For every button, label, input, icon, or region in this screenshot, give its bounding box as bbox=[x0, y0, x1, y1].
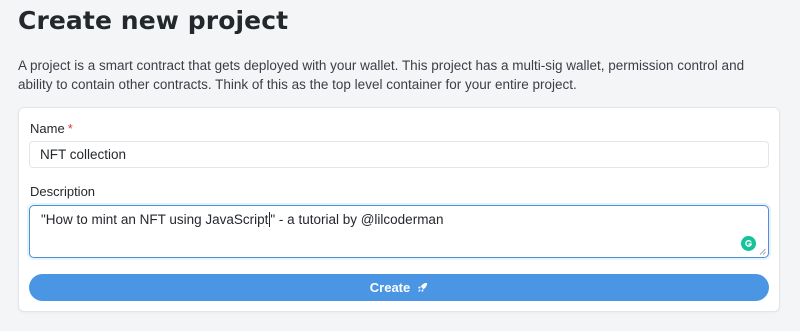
name-input[interactable]: NFT collection bbox=[29, 141, 769, 168]
create-project-page: Create new project A project is a smart … bbox=[0, 0, 800, 331]
description-field-label: Description bbox=[30, 184, 96, 199]
grammarly-icon[interactable] bbox=[741, 236, 756, 251]
name-input-value: NFT collection bbox=[40, 147, 127, 162]
resize-handle-icon[interactable] bbox=[759, 248, 766, 255]
rocket-icon bbox=[416, 282, 428, 294]
page-description: A project is a smart contract that gets … bbox=[18, 58, 745, 92]
required-marker: * bbox=[67, 121, 73, 136]
name-field-label: Name * bbox=[30, 121, 73, 137]
description-value-before-caret: "How to mint an NFT using JavaScript bbox=[41, 212, 269, 227]
grammarly-g-glyph bbox=[745, 240, 753, 247]
description-textarea[interactable]: "How to mint an NFT using JavaScript " - … bbox=[29, 205, 769, 258]
description-value-after-caret: " - a tutorial by @lilcoderman bbox=[270, 212, 444, 227]
project-form-card: Name * NFT collection Description "How to… bbox=[18, 107, 780, 312]
name-label-text: Name bbox=[30, 121, 65, 136]
create-button[interactable]: Create bbox=[29, 274, 769, 301]
create-button-label: Create bbox=[369, 280, 411, 295]
page-title: Create new project bbox=[18, 6, 289, 35]
